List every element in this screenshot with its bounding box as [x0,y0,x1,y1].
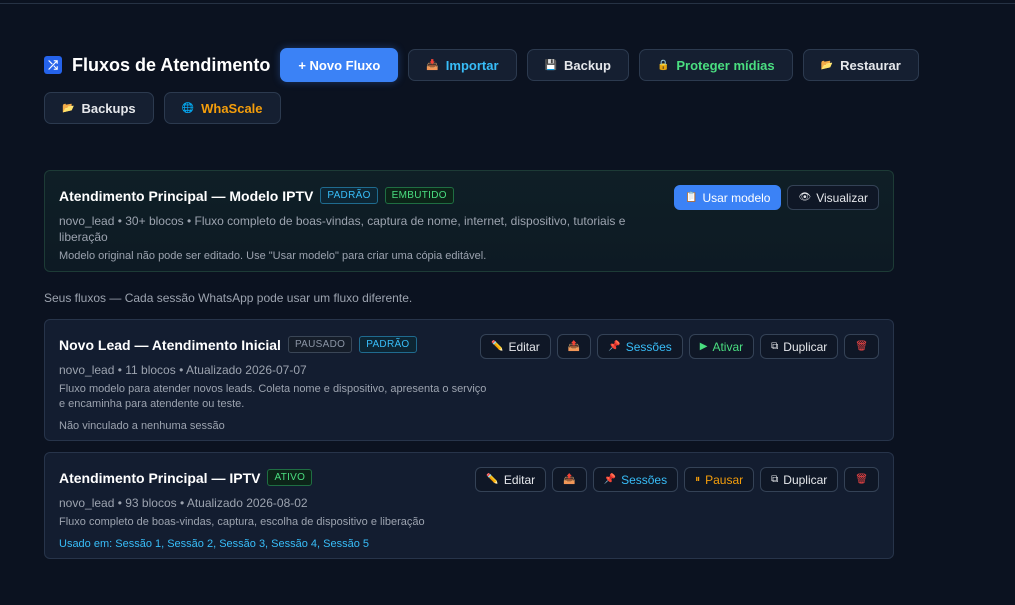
backups-button[interactable]: 📂 Backups [44,92,154,124]
model-title: Atendimento Principal — Modelo IPTV [59,187,314,204]
lock-icon: 🔒 [656,59,670,71]
edit-button[interactable]: ✏️ Editar [475,467,547,492]
play-icon: ▶ [699,341,708,352]
activate-button[interactable]: ▶ Ativar [688,334,755,359]
globe-icon: 🌐 [181,102,195,114]
pause-icon: ⏸ [695,474,701,485]
export-button[interactable]: 📤 [556,334,592,359]
flow-card: Atendimento Principal — IPTV ATIVO novo_… [44,452,894,559]
model-card: Atendimento Principal — Modelo IPTV PADR… [44,170,894,272]
duplicate-button[interactable]: ⧉ Duplicar [760,467,839,492]
whascale-button[interactable]: 🌐 WhaScale [163,92,281,124]
flow-title: Novo Lead — Atendimento Inicial [59,336,281,353]
outbox-tray-icon: 📤 [563,474,576,485]
folder-icon: 📂 [62,102,75,114]
model-note: Modelo original não pode ser editado. Us… [59,250,487,262]
inbox-tray-icon: 📥 [426,59,439,71]
page-title: ⤮ Fluxos de Atendimento [44,55,270,76]
status-badge: PAUSADO [287,336,353,353]
flow-card: Novo Lead — Atendimento Inicial PAUSADO … [44,319,894,441]
delete-button[interactable]: 🗑 [844,334,879,359]
restore-button[interactable]: 📂 Restaurar [802,49,919,81]
pin-icon: 📌 [603,474,617,485]
flow-title: Atendimento Principal — IPTV [59,469,261,486]
copy-icon: ⧉ [771,341,779,352]
eye-icon: 👁 [798,192,812,203]
flow-usage: Usado em: Sessão 1, Sessão 2, Sessão 3, … [59,538,370,550]
pencil-icon: ✏️ [491,341,504,352]
pencil-icon: ✏️ [486,474,499,485]
folder-icon: 📂 [820,59,834,71]
section-label: Seus fluxos — Cada sessão WhatsApp pode … [44,291,413,305]
pin-icon: 📌 [608,341,621,352]
outbox-tray-icon: 📤 [567,341,581,352]
export-button[interactable]: 📤 [552,467,587,492]
clipboard-icon: 📋 [685,192,698,203]
status-badge: ATIVO [267,469,313,486]
duplicate-button[interactable]: ⧉ Duplicar [760,334,839,359]
top-divider [0,3,1015,4]
copy-icon: ⧉ [771,474,779,485]
model-meta: novo_lead • 30+ blocos • Fluxo completo … [59,214,626,244]
flow-usage: Não vinculado a nenhuma sessão [59,420,225,432]
page-header: ⤮ Fluxos de Atendimento + Novo Fluxo 📥 Im… [44,48,944,124]
delete-button[interactable]: 🗑 [844,467,879,492]
flow-description: Fluxo completo de boas-vindas, captura, … [59,516,425,528]
new-flow-button[interactable]: + Novo Fluxo [280,48,399,82]
pause-button[interactable]: ⏸ Pausar [684,467,755,492]
sessions-button[interactable]: 📌 Sessões [592,467,679,492]
flow-meta: novo_lead • 11 blocos • Atualizado 2026-… [59,363,307,377]
protect-media-button[interactable]: 🔒 Proteger mídias [638,49,793,81]
edit-button[interactable]: ✏️ Editar [480,334,551,359]
floppy-disk-icon: 💾 [544,59,557,71]
use-model-button[interactable]: 📋 Usar modelo [674,185,782,210]
flow-meta: novo_lead • 93 blocos • Atualizado 2026-… [59,496,308,510]
shuffle-icon: ⤮ [44,56,62,74]
sessions-button[interactable]: 📌 Sessões [597,334,683,359]
backup-button[interactable]: 💾 Backup [526,49,629,81]
flow-description: Fluxo modelo para atender novos leads. C… [59,383,487,410]
trash-icon: 🗑 [855,474,868,485]
status-badge: PADRÃO [359,336,417,353]
status-badge: PADRÃO [320,187,378,204]
trash-icon: 🗑 [855,341,868,352]
import-button[interactable]: 📥 Importar [408,49,517,81]
view-button[interactable]: 👁 Visualizar [787,185,879,210]
status-badge: EMBUTIDO [384,187,454,204]
